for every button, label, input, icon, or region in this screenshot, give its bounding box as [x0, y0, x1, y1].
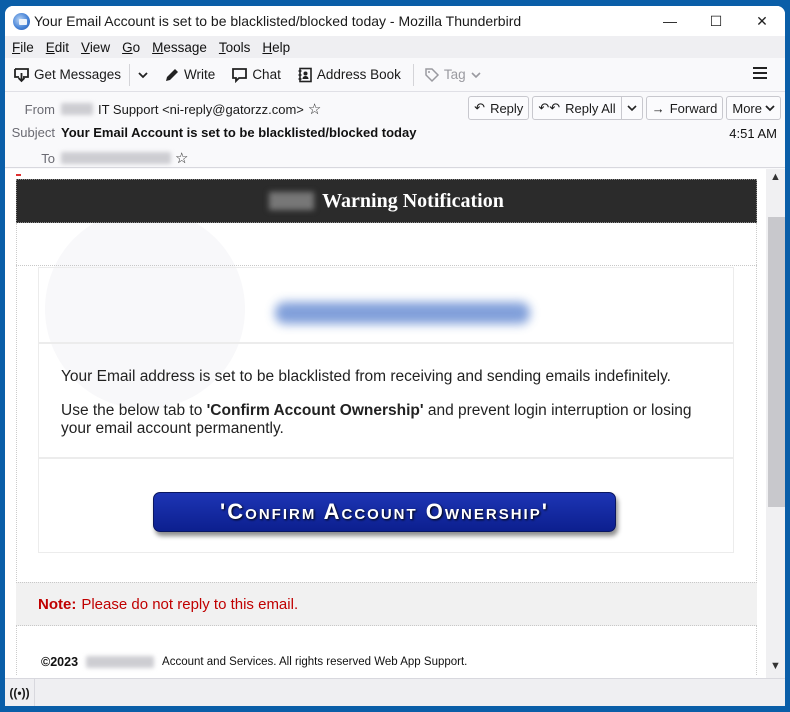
message-header: From IT Support <ni-reply@gatorzz.com> ☆…	[5, 92, 785, 168]
close-button[interactable]: ✕	[739, 6, 785, 36]
forward-label: Forward	[669, 100, 718, 116]
message-body: Warning Notification Your Email address …	[5, 169, 766, 678]
tag-label: Tag	[443, 67, 466, 82]
menu-message[interactable]: Message	[152, 40, 207, 55]
status-bar: ((•))	[5, 678, 785, 706]
message-paragraph-2: Use the below tab to 'Confirm Account Ow…	[61, 402, 692, 437]
footer-text: Account and Services. All rights reserve…	[162, 656, 468, 668]
subject-value: Your Email Account is set to be blacklis…	[61, 125, 417, 140]
menu-tools[interactable]: Tools	[219, 40, 251, 55]
vertical-scrollbar[interactable]: ▲ ▼	[766, 169, 785, 678]
toolbar-separator	[412, 63, 414, 86]
reply-all-button[interactable]: ↶↶ Reply All	[532, 96, 622, 120]
subject-label: Subject	[11, 125, 55, 140]
title-bar: Your Email Account is set to be blacklis…	[5, 6, 785, 36]
get-messages-dropdown[interactable]	[138, 71, 148, 79]
to-row: To ☆	[5, 149, 188, 167]
from-label: From	[24, 101, 55, 117]
forward-button[interactable]: → Forward	[645, 96, 724, 120]
email-footer: ©2023 Account and Services. All rights r…	[41, 655, 467, 669]
chevron-down-icon	[471, 71, 481, 78]
chat-bubble-icon	[232, 67, 248, 83]
email-address-card	[38, 267, 734, 343]
chevron-down-icon	[765, 105, 775, 112]
reply-button[interactable]: ↶ Reply	[468, 96, 530, 120]
pencil-icon	[166, 68, 179, 81]
menu-bar: File Edit View Go Message Tools Help	[5, 36, 785, 58]
menu-help[interactable]: Help	[262, 40, 290, 55]
star-icon[interactable]: ☆	[175, 149, 188, 167]
toolbar-separator	[129, 63, 131, 86]
get-messages-label: Get Messages	[34, 67, 122, 82]
tag-icon	[425, 67, 439, 82]
reply-all-label: Reply All	[565, 100, 616, 116]
subject-row: Subject Your Email Account is set to be …	[5, 125, 417, 140]
company-name-redacted	[86, 656, 155, 668]
reply-all-dropdown[interactable]	[621, 96, 643, 120]
header-actions: ↶ Reply ↶↶ Reply All → Forward More	[465, 96, 781, 120]
scroll-down-arrow-icon[interactable]: ▼	[766, 660, 785, 676]
note-text: Please do not reply to this email.	[81, 595, 299, 613]
menu-go[interactable]: Go	[122, 40, 140, 55]
download-message-icon	[14, 67, 29, 82]
reply-arrow-icon: ↶	[474, 100, 486, 115]
chevron-down-icon	[138, 71, 148, 78]
address-book-button[interactable]: Address Book	[297, 67, 401, 83]
get-messages-button[interactable]: Get Messages	[13, 67, 121, 83]
message-time: 4:51 AM	[729, 126, 777, 141]
maximize-button[interactable]: ☐	[693, 6, 739, 36]
company-name-redacted	[269, 192, 315, 210]
main-toolbar: Get Messages Write Chat Address Book Tag	[5, 58, 785, 92]
footer-year: ©2023	[41, 655, 79, 669]
forward-arrow-icon: →	[651, 100, 665, 116]
more-label: More	[732, 100, 762, 116]
from-value[interactable]: IT Support <ni-reply@gatorzz.com>	[98, 102, 304, 117]
menu-edit[interactable]: Edit	[46, 40, 69, 55]
message-paragraph-1: Your Email address is set to be blacklis…	[61, 368, 671, 385]
divider	[16, 265, 757, 266]
note-banner: Note: Please do not reply to this email.	[16, 582, 757, 626]
scroll-up-arrow-icon[interactable]: ▲	[766, 171, 785, 187]
address-book-icon	[298, 67, 312, 82]
write-label: Write	[184, 67, 216, 82]
tracking-pixel-mark	[16, 174, 21, 176]
recipient-email-redacted	[275, 302, 530, 324]
minimize-button[interactable]: —	[647, 6, 693, 36]
reply-label: Reply	[490, 100, 524, 116]
warning-banner: Warning Notification	[16, 179, 757, 223]
menu-view[interactable]: View	[81, 40, 110, 55]
reply-all-arrow-icon: ↶↶	[538, 100, 561, 115]
thunderbird-window: Your Email Account is set to be blacklis…	[5, 6, 785, 706]
from-row: From IT Support <ni-reply@gatorzz.com> ☆	[5, 100, 322, 118]
address-book-label: Address Book	[316, 67, 401, 82]
menu-file[interactable]: File	[12, 40, 34, 55]
thunderbird-logo-icon	[13, 12, 30, 30]
more-button[interactable]: More	[726, 96, 781, 120]
star-icon[interactable]: ☆	[308, 100, 321, 118]
recipient-redacted[interactable]	[61, 152, 171, 164]
note-label: Note:	[38, 595, 77, 613]
online-status-icon[interactable]: ((•))	[5, 678, 35, 706]
app-menu-button[interactable]	[753, 67, 767, 81]
chevron-down-icon	[627, 105, 637, 112]
message-card: Your Email address is set to be blacklis…	[38, 343, 734, 458]
window-title: Your Email Account is set to be blacklis…	[34, 13, 522, 29]
to-label: To	[41, 150, 55, 166]
confirm-account-ownership-button[interactable]: 'Confirm Account Ownership'	[153, 492, 616, 532]
scrollbar-thumb[interactable]	[768, 217, 785, 507]
chat-button[interactable]: Chat	[231, 67, 281, 83]
tag-button[interactable]: Tag	[424, 67, 485, 83]
sender-name-redacted	[61, 103, 93, 115]
write-button[interactable]: Write	[164, 67, 215, 83]
banner-title: Warning Notification	[322, 189, 504, 212]
chat-label: Chat	[252, 67, 281, 82]
